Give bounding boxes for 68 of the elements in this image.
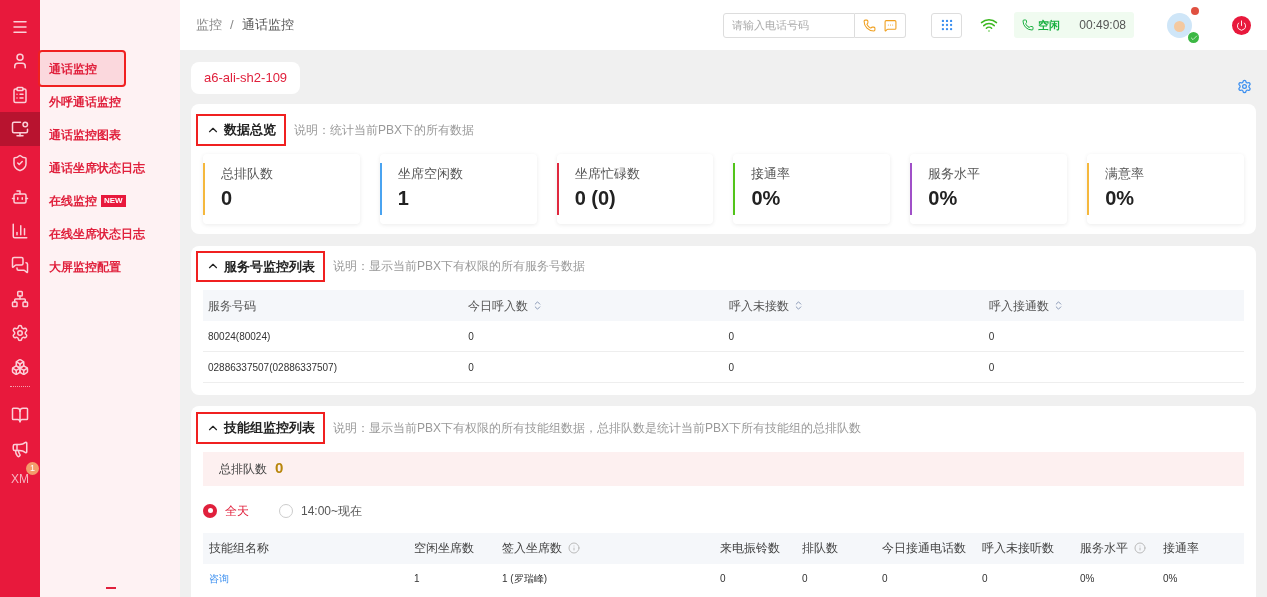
column-header: 接通率 (1162, 540, 1200, 557)
column-header[interactable]: 服务号码 (203, 296, 464, 315)
phone-field[interactable]: 请输入电话号码 (723, 12, 855, 38)
breadcrumb-separator: / (230, 16, 234, 35)
column-header: 签入坐席数 (496, 539, 714, 557)
table-cell-text: 0 (801, 572, 809, 586)
submenu-item[interactable]: 通话坐席状态日志 (40, 151, 180, 184)
stat-label: 满意率 (1105, 164, 1145, 183)
skill-group-link[interactable]: 咨询 (203, 571, 408, 586)
table-cell-text: 0 (987, 360, 996, 375)
total-queue-label: 总排队数 (219, 460, 267, 478)
stat-label: 服务水平 (928, 164, 981, 183)
column-header: 技能组名称 (208, 540, 270, 557)
breadcrumb-current: 通话监控 (241, 16, 294, 35)
notification-badge: 1 (26, 462, 39, 475)
time-range-radio[interactable]: 全天 (203, 501, 249, 520)
submenu-item[interactable]: 外呼通话监控 (40, 85, 180, 118)
column-header: 今日接通电话数 (881, 540, 967, 557)
column-header[interactable]: 今日呼入数 (463, 296, 724, 315)
stat-value: 0 (0) (574, 186, 617, 212)
table-cell-text: 0 (727, 360, 736, 375)
table-cell-text: 0 (881, 572, 889, 586)
table-cell-text: 02886337507(02886337507) (207, 360, 338, 375)
submenu-item[interactable]: 通话监控图表 (40, 118, 180, 151)
new-badge: NEW (101, 194, 126, 207)
table-cell-text: 1 (罗瑞峰) (501, 572, 548, 586)
section-note: 说明：统计当前PBX下的所有数据 (294, 121, 474, 139)
section-title[interactable]: 数据总览 (196, 114, 286, 146)
table-cell-text: 0 (719, 572, 727, 586)
table-cell-text: 0 (467, 329, 475, 344)
column-header: 空闲坐席数 (413, 540, 475, 557)
submenu-item[interactable]: 通话监控 (40, 52, 124, 85)
breadcrumb-link[interactable]: 监控 (196, 15, 222, 35)
stat-label: 坐席空闲数 (397, 164, 463, 183)
stat-value: 0% (751, 186, 782, 212)
table-cell-text: 80024(80024) (207, 329, 272, 344)
stat-label: 坐席忙碌数 (574, 164, 640, 183)
server-tab[interactable]: a6-ali-sh2-109 (191, 62, 301, 94)
column-header: 排队数 (801, 540, 839, 557)
submenu-item[interactable]: 在线坐席状态日志 (40, 217, 180, 250)
table-cell-text: 0 (467, 360, 475, 375)
stat-value: 0 (221, 186, 234, 212)
table-cell-text: 0 (981, 572, 989, 586)
table-cell-text: 0 (987, 329, 996, 344)
column-header: 呼入未接听数 (981, 540, 1055, 557)
section-note: 说明：显示当前PBX下有权限的所有技能组数据，总排队数是统计当前PBX下所有技能组的总排队数 (333, 419, 862, 437)
stat-label: 接通率 (751, 164, 791, 183)
stat-label: 总排队数 (221, 164, 273, 183)
column-header[interactable]: 呼入未接数 (723, 296, 984, 315)
column-header: 来电振铃数 (719, 540, 781, 557)
submenu-item[interactable]: 在线监控 NEW (40, 184, 180, 217)
table-cell-text: 0 (727, 329, 736, 344)
time-range-radio[interactable]: 14:00~现在 (279, 501, 363, 520)
stat-value: 1 (397, 186, 410, 212)
total-queue-value: 0 (275, 458, 284, 479)
section-note: 说明：显示当前PBX下有权限的所有服务号数据 (333, 258, 585, 276)
stat-value: 0% (1105, 186, 1136, 212)
call-timer: 00:49:08 (1079, 17, 1126, 34)
column-header[interactable]: 呼入接通数 (983, 296, 1244, 315)
table-cell-text: 0% (1162, 572, 1179, 586)
submenu-item[interactable]: 大屏监控配置 (40, 250, 180, 283)
section-title[interactable]: 服务号监控列表 (196, 250, 325, 282)
section-title[interactable]: 技能组监控列表 (196, 412, 325, 444)
column-header: 服务水平 (1074, 539, 1157, 557)
table-cell-text: 1 (413, 572, 421, 586)
agent-status[interactable]: 空闲 (1038, 16, 1060, 34)
stat-value: 0% (928, 186, 959, 212)
table-cell-text: 0% (1079, 572, 1096, 586)
